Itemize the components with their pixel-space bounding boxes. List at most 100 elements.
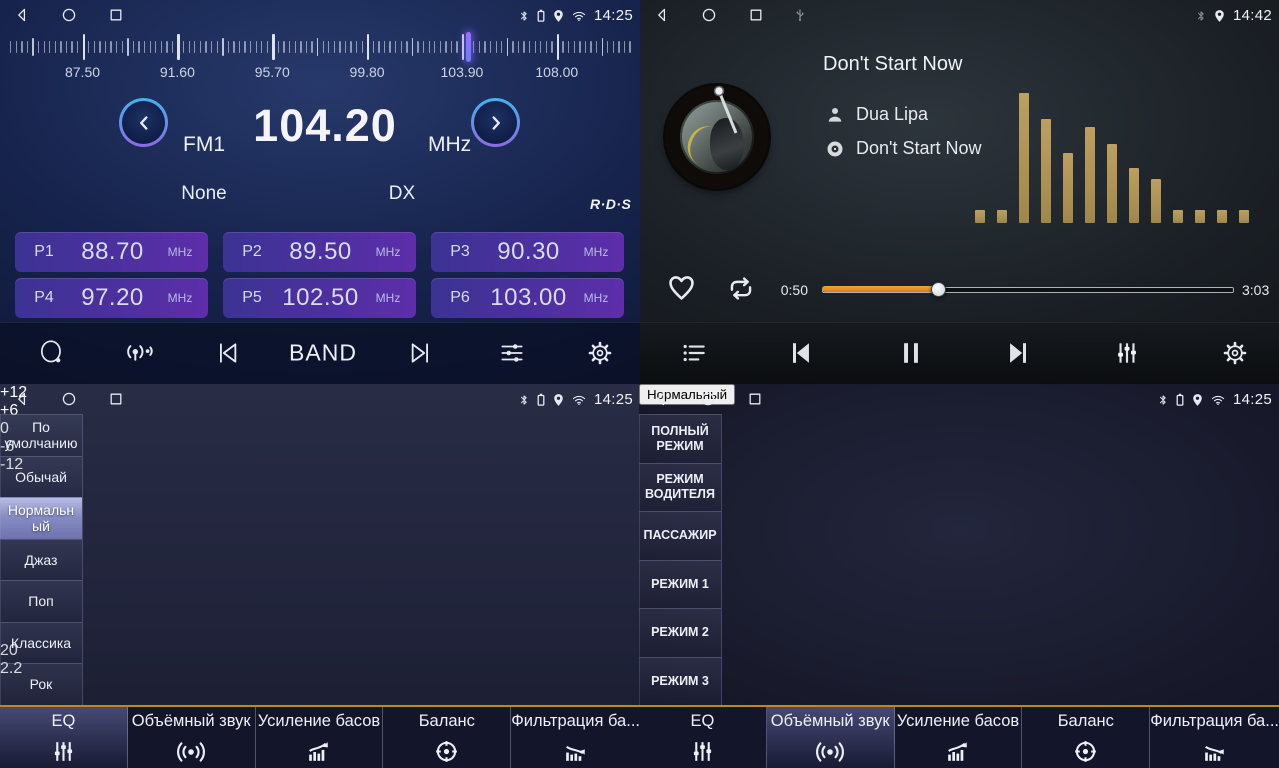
back-icon[interactable] (653, 391, 669, 407)
eq-preset-item[interactable]: По умолчанию (0, 414, 82, 456)
preset-button-2[interactable]: P2 89.50 MHz (223, 232, 416, 272)
preset-frequency: 97.20 (67, 284, 158, 312)
eq-preset-item[interactable]: Джаз (0, 539, 82, 581)
eq-preset-item[interactable]: Нормальный (0, 497, 82, 539)
tab-bass-boost[interactable]: Усиление басов (256, 707, 384, 768)
preset-number: P3 (437, 243, 483, 261)
tab-label: EQ (0, 707, 127, 735)
status-icons: 14:25 (1158, 391, 1272, 408)
scale-tick (250, 41, 251, 53)
tab-bass-boost[interactable]: Усиление басов (895, 707, 1023, 768)
scale-tick (417, 41, 418, 53)
bass-boost-icon (944, 738, 971, 765)
scale-tick (278, 41, 279, 53)
scale-tick (356, 41, 357, 53)
audio-settings-button[interactable] (494, 335, 530, 371)
recents-icon[interactable] (747, 391, 763, 407)
seek-bar-thumb[interactable] (931, 282, 946, 297)
scale-tick (523, 41, 524, 53)
listening-mode-item[interactable]: РЕЖИМ 3 (639, 657, 721, 706)
tuner-sliders-icon (498, 339, 526, 367)
track-name: Don't Start Now (856, 138, 981, 159)
prev-station-button[interactable] (210, 334, 248, 372)
clock: 14:25 (594, 391, 633, 408)
tab-filter[interactable]: Фильтрация ба... (511, 707, 640, 768)
tab-filter[interactable]: Фильтрация ба... (1150, 707, 1279, 768)
tab-eq[interactable]: EQ (0, 707, 128, 768)
playlist-button[interactable] (676, 335, 712, 371)
preset-unit: MHz (574, 245, 618, 259)
band-button[interactable]: BAND (285, 336, 361, 371)
home-icon[interactable] (61, 391, 77, 407)
tab-surround[interactable]: Объёмный звук (767, 707, 895, 768)
scale-tick (618, 41, 619, 53)
settings-button[interactable] (582, 335, 618, 371)
scale-tick (10, 41, 11, 53)
tune-up-button[interactable] (471, 98, 520, 147)
preset-number: P4 (21, 289, 67, 307)
listening-mode-item[interactable]: ПАССАЖИР (639, 511, 721, 560)
preset-unit: MHz (366, 245, 410, 259)
scale-tick (272, 34, 274, 60)
preset-button-1[interactable]: P1 88.70 MHz (15, 232, 208, 272)
listening-mode-item[interactable]: ПОЛНЫЙ РЕЖИМ (639, 414, 721, 463)
pause-button[interactable] (892, 334, 930, 372)
tab-eq[interactable]: EQ (639, 707, 767, 768)
battery-icon (537, 393, 545, 406)
scale-tick (27, 41, 28, 53)
tune-down-button[interactable] (119, 98, 168, 147)
tab-icon-wrap (383, 735, 510, 768)
status-icons: 14:25 (519, 7, 633, 24)
preset-button-5[interactable]: P5 102.50 MHz (223, 278, 416, 318)
chevron-right-icon (485, 112, 507, 134)
settings-button[interactable] (1217, 335, 1253, 371)
scale-tick (328, 41, 329, 53)
listening-mode-item[interactable]: РЕЖИМ ВОДИТЕЛЯ (639, 463, 721, 512)
eq-preset-item[interactable]: Классика (0, 622, 82, 664)
tab-balance[interactable]: Баланс (383, 707, 511, 768)
recents-icon[interactable] (108, 391, 124, 407)
listening-mode-item[interactable]: РЕЖИМ 1 (639, 560, 721, 609)
previous-track-button[interactable] (783, 334, 821, 372)
back-icon[interactable] (14, 7, 30, 23)
scale-tick (166, 41, 167, 53)
next-station-button[interactable] (400, 334, 438, 372)
tuning-indicator[interactable] (466, 32, 471, 62)
scan-button[interactable] (33, 334, 71, 372)
scale-frequency-label: 91.60 (160, 64, 195, 80)
next-track-button[interactable] (998, 334, 1036, 372)
scale-tick (21, 41, 22, 53)
scale-tick (535, 41, 536, 53)
spectrum-bar (1151, 179, 1161, 223)
scale-tick (501, 41, 502, 53)
tab-balance[interactable]: Баланс (1022, 707, 1150, 768)
spectrum-bar (1239, 210, 1249, 223)
preset-button-4[interactable]: P4 97.20 MHz (15, 278, 208, 318)
scale-tick (345, 41, 346, 53)
eq-preset-item[interactable]: Рок (0, 663, 82, 705)
preset-number: P6 (437, 289, 483, 307)
favorite-button[interactable] (666, 272, 697, 303)
clock: 14:25 (594, 7, 633, 24)
home-icon[interactable] (700, 391, 716, 407)
broadcast-button[interactable] (119, 334, 159, 372)
recents-icon[interactable] (108, 7, 124, 23)
preset-button-3[interactable]: P3 90.30 MHz (431, 232, 624, 272)
scale-tick (155, 41, 156, 53)
back-icon[interactable] (14, 391, 30, 407)
repeat-button[interactable] (724, 274, 758, 303)
listening-mode-item[interactable]: РЕЖИМ 2 (639, 608, 721, 657)
seek-bar[interactable] (822, 287, 1234, 293)
tab-surround[interactable]: Объёмный звук (128, 707, 256, 768)
scale-tick (127, 38, 129, 56)
preset-button-6[interactable]: P6 103.00 MHz (431, 278, 624, 318)
eq-preset-item[interactable]: Обычай (0, 456, 82, 498)
frequency-scale[interactable] (0, 32, 640, 62)
scale-tick (88, 41, 89, 53)
scale-tick (613, 41, 614, 53)
track-row: Don't Start Now (825, 138, 981, 159)
home-icon[interactable] (61, 7, 77, 23)
equalizer-button[interactable] (1109, 335, 1145, 371)
scale-tick (217, 41, 218, 53)
eq-preset-item[interactable]: Поп (0, 580, 82, 622)
